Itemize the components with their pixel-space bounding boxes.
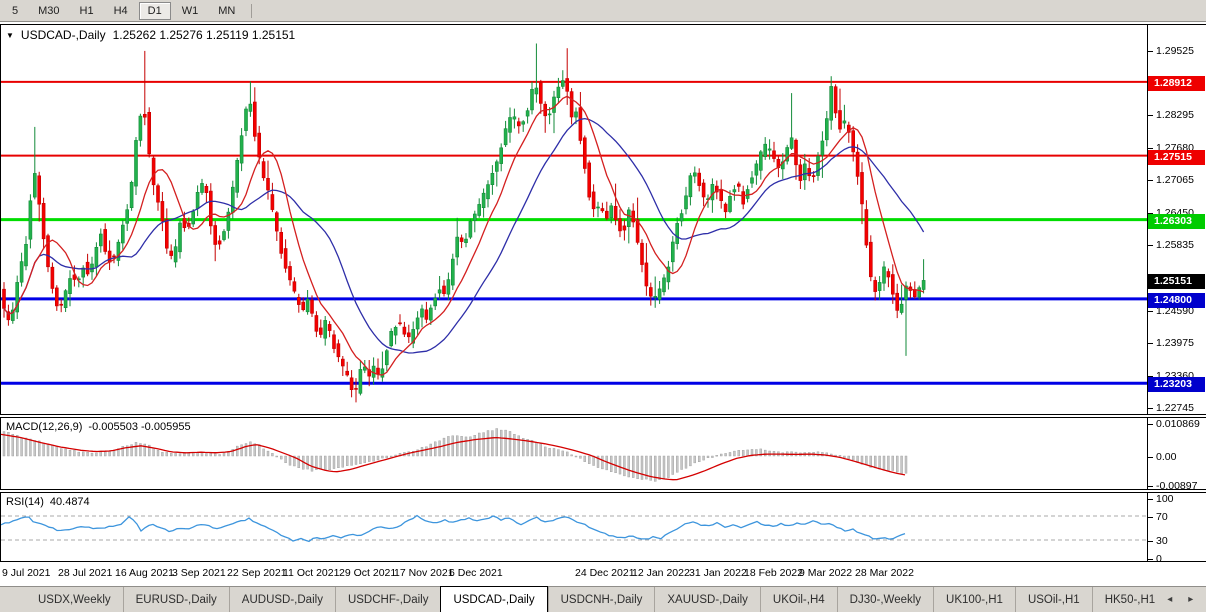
tab-dj30-weekly[interactable]: DJ30-,Weekly [836, 587, 933, 612]
rsi-name: RSI(14) [6, 496, 44, 508]
tab-scroll-left-icon[interactable]: ◂ [1167, 594, 1172, 605]
price-level-badge: 1.26303 [1148, 214, 1205, 229]
date-tick-label: 9 Mar 2022 [799, 567, 853, 579]
date-tick-label: 6 Dec 2021 [449, 567, 503, 579]
tab-usdx-weekly[interactable]: USDX,Weekly [26, 587, 123, 612]
timeframe-5-button[interactable]: 5 [3, 2, 27, 20]
date-tick-label: 28 Mar 2022 [855, 567, 914, 579]
macd-label: MACD(12,26,9) -0.005503 -0.005955 [6, 421, 191, 433]
timeframe-h1-button[interactable]: H1 [71, 2, 103, 20]
date-tick-label: 16 Aug 2021 [115, 567, 174, 579]
tab-hk50-h1[interactable]: HK50-,H1 [1091, 587, 1168, 612]
price-tick: 1.23975 [1148, 337, 1194, 349]
tab-usdcad-daily[interactable]: USDCAD-,Daily [440, 586, 548, 612]
macd-axis[interactable]: 0.010869 0.00 -0.00897 [1148, 417, 1206, 492]
macd-axis-tick: 0.00 [1148, 451, 1176, 463]
price-axis[interactable]: 1.29525 1.28295 1.27680 1.27065 1.26450 1.258… [1148, 24, 1206, 415]
date-tick-label: 28 Jul 2021 [58, 567, 113, 579]
candlestick-chart-canvas[interactable] [1, 25, 1147, 414]
macd-panel[interactable]: MACD(12,26,9) -0.005503 -0.005955 [0, 417, 1148, 490]
tab-eurusd-daily[interactable]: EURUSD-,Daily [122, 587, 229, 612]
timeframe-m30-button[interactable]: M30 [29, 2, 68, 20]
date-tick-label: 12 Jan 2022 [632, 567, 690, 579]
tab-scroll-arrows: ◂ ▸ [1167, 587, 1206, 612]
date-axis[interactable]: 9 Jul 2021 28 Jul 2021 16 Aug 2021 3 Sep 20… [0, 562, 1206, 586]
rsi-axis-tick: 30 [1148, 535, 1168, 547]
date-tick-label: 24 Dec 2021 [575, 567, 635, 579]
rsi-axis[interactable]: 100 70 30 0 [1148, 492, 1206, 565]
price-tick: 1.29525 [1148, 45, 1194, 57]
date-tick-label: 31 Jan 2022 [689, 567, 747, 579]
mt4-window: 5 M30 H1 H4 D1 W1 MN ▼ USDCAD-,Daily 1.25262 1… [0, 0, 1206, 612]
chart-title: ▼ USDCAD-,Daily 1.25262 1.25276 1.25119 … [6, 28, 295, 42]
timeframe-toolbar: 5 M30 H1 H4 D1 W1 MN [0, 0, 1206, 22]
rsi-value: 40.4874 [49, 496, 90, 508]
price-level-badge: 1.28912 [1148, 76, 1205, 91]
main-chart-pane[interactable]: ▼ USDCAD-,Daily 1.25262 1.25276 1.25119 … [0, 24, 1148, 415]
price-tick: 1.27065 [1148, 174, 1194, 186]
tab-usdchf-daily[interactable]: USDCHF-,Daily [334, 587, 441, 612]
tab-uk100-h1[interactable]: UK100-,H1 [933, 587, 1015, 612]
timeframe-mn-button[interactable]: MN [209, 2, 244, 20]
macd-name: MACD(12,26,9) [6, 421, 83, 433]
date-tick-label: 11 Oct 2021 [283, 567, 340, 579]
tab-ukoil-h4[interactable]: UKOil-,H4 [759, 587, 837, 612]
tab-usdcnh-daily[interactable]: USDCNH-,Daily [547, 587, 655, 612]
macd-values: -0.005503 -0.005955 [88, 421, 191, 433]
rsi-axis-tick: 70 [1148, 511, 1168, 523]
chart-tab-bar: USDX,Weekly EURUSD-,Daily AUDUSD-,Daily USD… [0, 586, 1206, 612]
symbol-collapse-icon[interactable]: ▼ [6, 31, 14, 40]
macd-axis-tick: -0.00897 [1148, 480, 1197, 492]
timeframe-w1-button[interactable]: W1 [173, 2, 208, 20]
date-tick-label: 18 Feb 2022 [744, 567, 803, 579]
date-tick-label: 9 Jul 2021 [2, 567, 51, 579]
price-level-badge: 1.25151 [1148, 274, 1205, 289]
price-level-badge: 1.27515 [1148, 150, 1205, 165]
price-tick: 1.25835 [1148, 239, 1194, 251]
tab-scroll-right-icon[interactable]: ▸ [1188, 594, 1193, 605]
chart-symbol-label: USDCAD-,Daily [20, 28, 106, 42]
tab-usoil-h1[interactable]: USOil-,H1 [1014, 587, 1092, 612]
rsi-axis-tick: 100 [1148, 493, 1174, 505]
chart-quote-values: 1.25262 1.25276 1.25119 1.25151 [112, 28, 296, 42]
macd-axis-tick: 0.010869 [1148, 418, 1200, 430]
tab-xauusd-daily[interactable]: XAUUSD-,Daily [654, 587, 760, 612]
price-tick: 1.28295 [1148, 109, 1194, 121]
tab-audusd-daily[interactable]: AUDUSD-,Daily [228, 587, 335, 612]
date-tick-label: 22 Sep 2021 [227, 567, 287, 579]
timeframe-d1-button[interactable]: D1 [138, 1, 171, 20]
rsi-chart-canvas [1, 514, 1147, 543]
price-level-badge: 1.23203 [1148, 377, 1205, 392]
date-tick-label: 29 Oct 2021 [339, 567, 397, 579]
rsi-label: RSI(14) 40.4874 [6, 496, 90, 508]
rsi-panel[interactable]: RSI(14) 40.4874 [0, 492, 1148, 562]
timeframe-h4-button[interactable]: H4 [105, 2, 137, 20]
price-level-badge: 1.24800 [1148, 293, 1205, 308]
price-tick: 1.22745 [1148, 402, 1194, 414]
date-tick-label: 17 Nov 2021 [394, 567, 454, 579]
toolbar-separator [251, 3, 253, 18]
date-tick-label: 3 Sep 2021 [172, 567, 226, 579]
